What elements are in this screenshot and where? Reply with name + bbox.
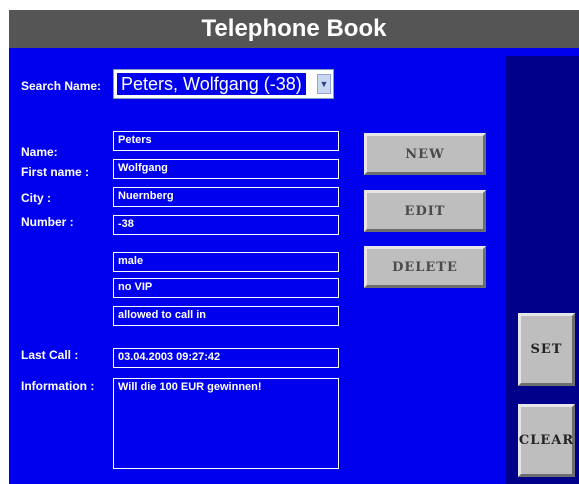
information-field[interactable]: Will die 100 EUR gewinnen! (113, 378, 339, 469)
delete-button[interactable]: DELETE (364, 246, 486, 288)
clear-button[interactable]: CLEAR (518, 404, 575, 477)
search-name-selected-value: Peters, Wolfgang (-38) (117, 73, 306, 95)
last-call-field[interactable]: 03.04.2003 09:27:42 (113, 348, 339, 368)
new-button[interactable]: NEW (364, 133, 486, 175)
search-name-select[interactable]: Peters, Wolfgang (-38) ▼ (113, 69, 334, 99)
app-title: Telephone Book (9, 10, 579, 48)
name-label: Name: (21, 145, 58, 159)
information-label: Information : (21, 379, 95, 393)
vip-field[interactable]: no VIP (113, 278, 339, 298)
name-field[interactable]: Peters (113, 131, 339, 151)
last-call-label: Last Call : (21, 348, 79, 362)
city-field[interactable]: Nuernberg (113, 187, 339, 207)
search-name-label: Search Name: (21, 79, 102, 93)
first-name-field[interactable]: Wolfgang (113, 159, 339, 179)
city-label: City : (21, 191, 51, 205)
first-name-label: First name : (21, 165, 90, 179)
set-button[interactable]: SET (518, 313, 575, 386)
edit-button[interactable]: EDIT (364, 190, 486, 232)
call-in-field[interactable]: allowed to call in (113, 306, 339, 326)
number-field[interactable]: -38 (113, 215, 339, 235)
number-label: Number : (21, 215, 74, 229)
chevron-down-icon[interactable]: ▼ (317, 74, 331, 94)
gender-field[interactable]: male (113, 252, 339, 272)
telephone-book-window: Telephone Book Search Name: Peters, Wolf… (9, 10, 579, 484)
